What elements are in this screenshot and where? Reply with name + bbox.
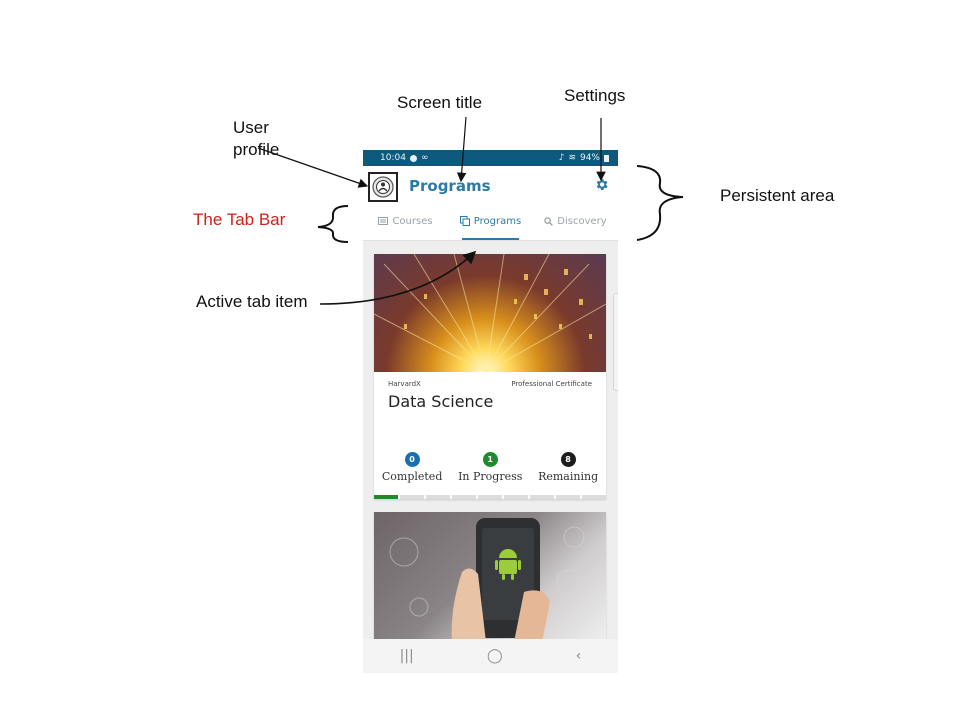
program-meta: HarvardX Professional Certificate	[374, 372, 606, 388]
stat-in-progress: 1 In Progress	[458, 452, 522, 483]
progress-segment	[426, 495, 450, 499]
tab-discovery-label: Discovery	[557, 215, 607, 227]
status-bar: 10:04 ∞ ♪ ≋ 94%	[363, 150, 618, 166]
progress-segment	[478, 495, 502, 499]
tab-bar-brace	[317, 205, 349, 243]
annotation-tab-bar: The Tab Bar	[193, 210, 286, 229]
voicemail-icon: ∞	[420, 153, 429, 163]
app-bar: Programs	[363, 166, 618, 202]
phone-hand-graphic	[389, 518, 585, 642]
tab-bar: Courses Programs Discovery	[363, 202, 618, 241]
stat-in-progress-count: 1	[482, 452, 498, 467]
avatar-icon	[372, 176, 394, 198]
program-progress-bar	[374, 495, 606, 499]
phone-screen: 10:04 ∞ ♪ ≋ 94% Programs Courses Program…	[363, 150, 618, 673]
annotation-active-tab-item: Active tab item	[196, 292, 308, 311]
progress-segment	[374, 495, 398, 499]
scrollbar[interactable]	[613, 293, 618, 391]
program-type: Professional Certificate	[511, 380, 592, 388]
search-icon	[544, 216, 554, 226]
stat-completed: 0 Completed	[381, 452, 443, 483]
notification-icon	[409, 154, 417, 162]
progress-segment	[504, 495, 528, 499]
back-button[interactable]: ‹	[576, 648, 582, 664]
stat-remaining-count: 8	[560, 452, 576, 467]
program-org: HarvardX	[388, 380, 421, 388]
stat-remaining: 8 Remaining	[538, 452, 598, 483]
data-rays-graphic	[374, 254, 606, 372]
system-nav-bar: ||| ◯ ‹	[363, 639, 618, 673]
annotation-settings: Settings	[564, 86, 626, 105]
progress-segment	[400, 495, 424, 499]
annotation-persistent-area: Persistent area	[720, 186, 835, 205]
recents-button[interactable]: |||	[400, 648, 414, 664]
program-card-2-image	[374, 512, 606, 642]
stat-completed-label: Completed	[381, 470, 443, 483]
tab-programs-label: Programs	[473, 215, 522, 227]
progress-segment	[452, 495, 476, 499]
annotation-user-profile-1: User	[233, 118, 269, 137]
annotation-screen-title: Screen title	[397, 93, 483, 112]
tab-courses[interactable]: Courses	[363, 202, 448, 240]
tab-programs[interactable]: Programs	[448, 202, 533, 240]
tab-discovery[interactable]: Discovery	[533, 202, 618, 240]
program-stats: 0 Completed 1 In Progress 8 Remaining	[374, 452, 606, 483]
program-card-image	[374, 254, 606, 372]
stat-in-progress-label: In Progress	[458, 470, 523, 483]
persistent-area-brace	[636, 165, 684, 241]
battery-icon	[604, 154, 609, 162]
stat-completed-count: 0	[404, 452, 420, 467]
stat-remaining-label: Remaining	[538, 470, 599, 483]
program-card[interactable]: HarvardX Professional Certificate Data S…	[374, 254, 606, 499]
copy-icon	[459, 216, 470, 226]
avatar[interactable]	[368, 172, 398, 202]
gear-icon[interactable]	[594, 177, 609, 192]
progress-segment	[556, 495, 580, 499]
mute-icon: ♪	[558, 153, 565, 163]
tab-courses-label: Courses	[392, 215, 433, 227]
progress-segment	[582, 495, 606, 499]
home-button[interactable]: ◯	[487, 648, 503, 664]
program-card-2[interactable]	[374, 512, 606, 642]
program-title: Data Science	[388, 392, 494, 411]
book-icon	[378, 217, 389, 225]
page-title: Programs	[409, 177, 491, 195]
progress-segment	[530, 495, 554, 499]
status-battery: 94%	[579, 153, 600, 163]
status-time: 10:04	[380, 153, 406, 163]
annotation-user-profile-2: profile	[233, 140, 280, 159]
wifi-icon: ≋	[568, 153, 576, 163]
